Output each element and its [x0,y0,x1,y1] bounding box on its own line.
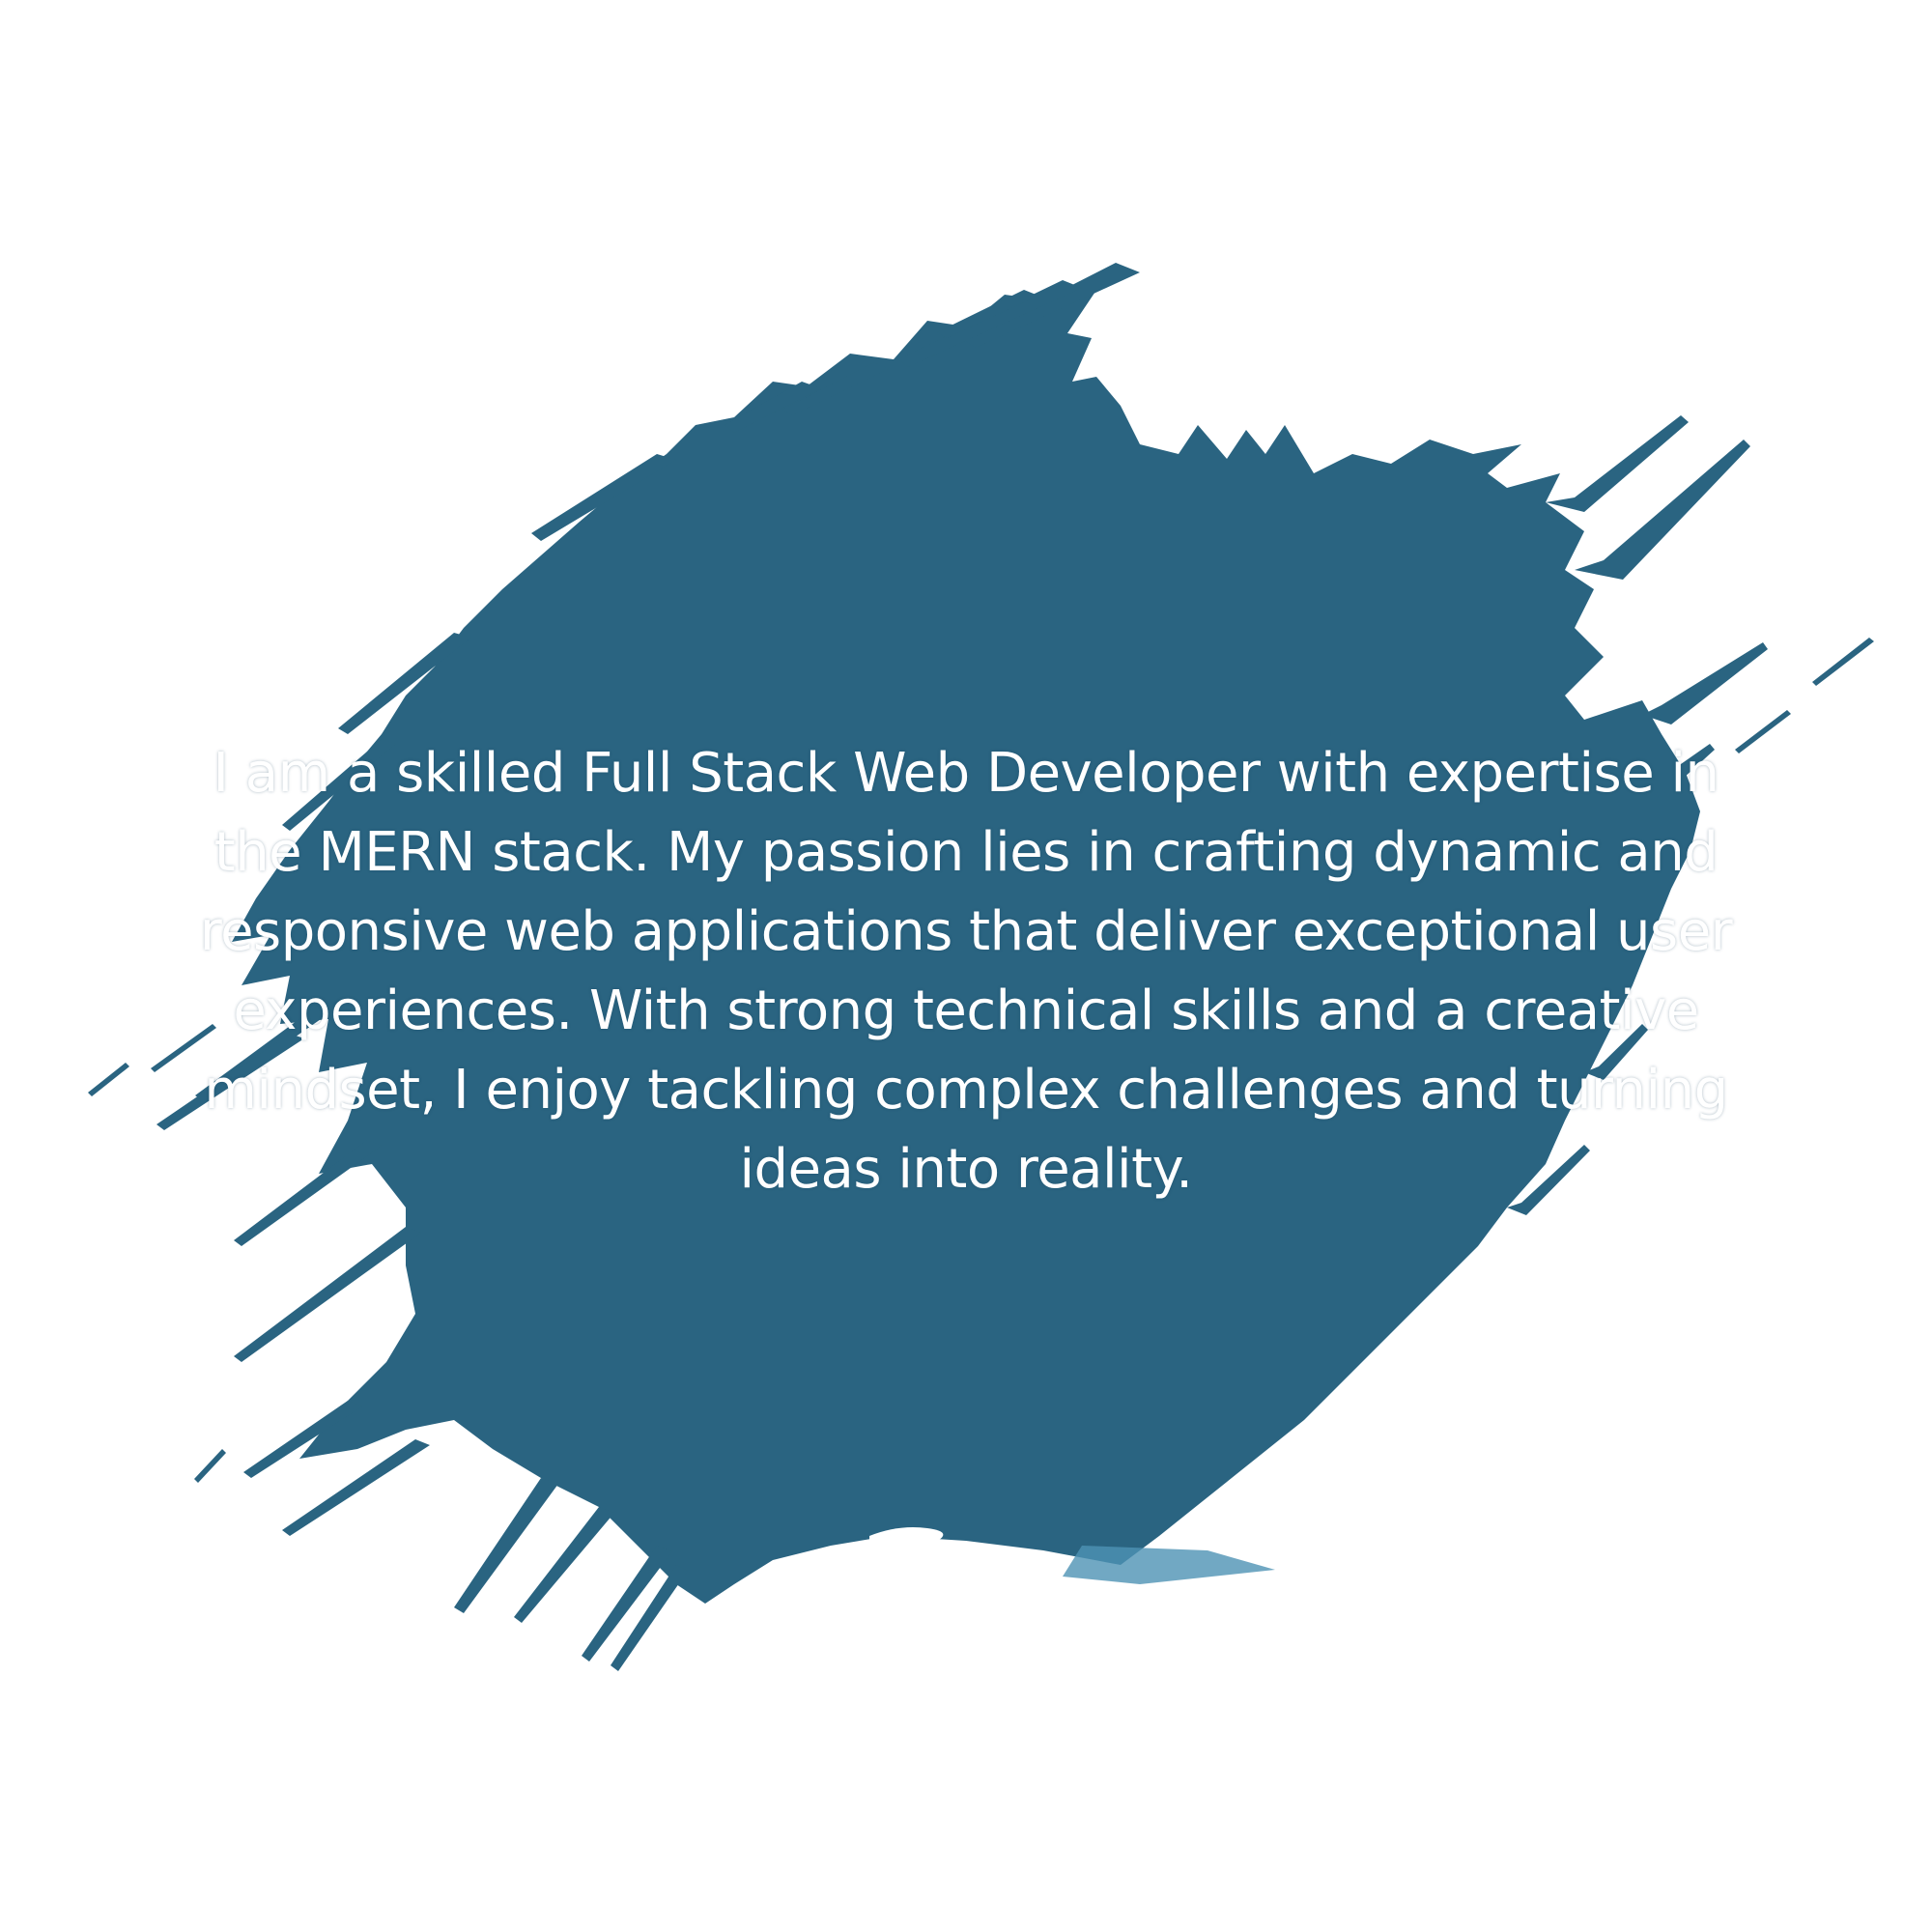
splash-drag [1063,1546,1275,1584]
about-text: I am a skilled Full Stack Web Developer … [199,742,1733,1201]
about-graphic: I am a skilled Full Stack Web Developer … [0,0,1932,1932]
